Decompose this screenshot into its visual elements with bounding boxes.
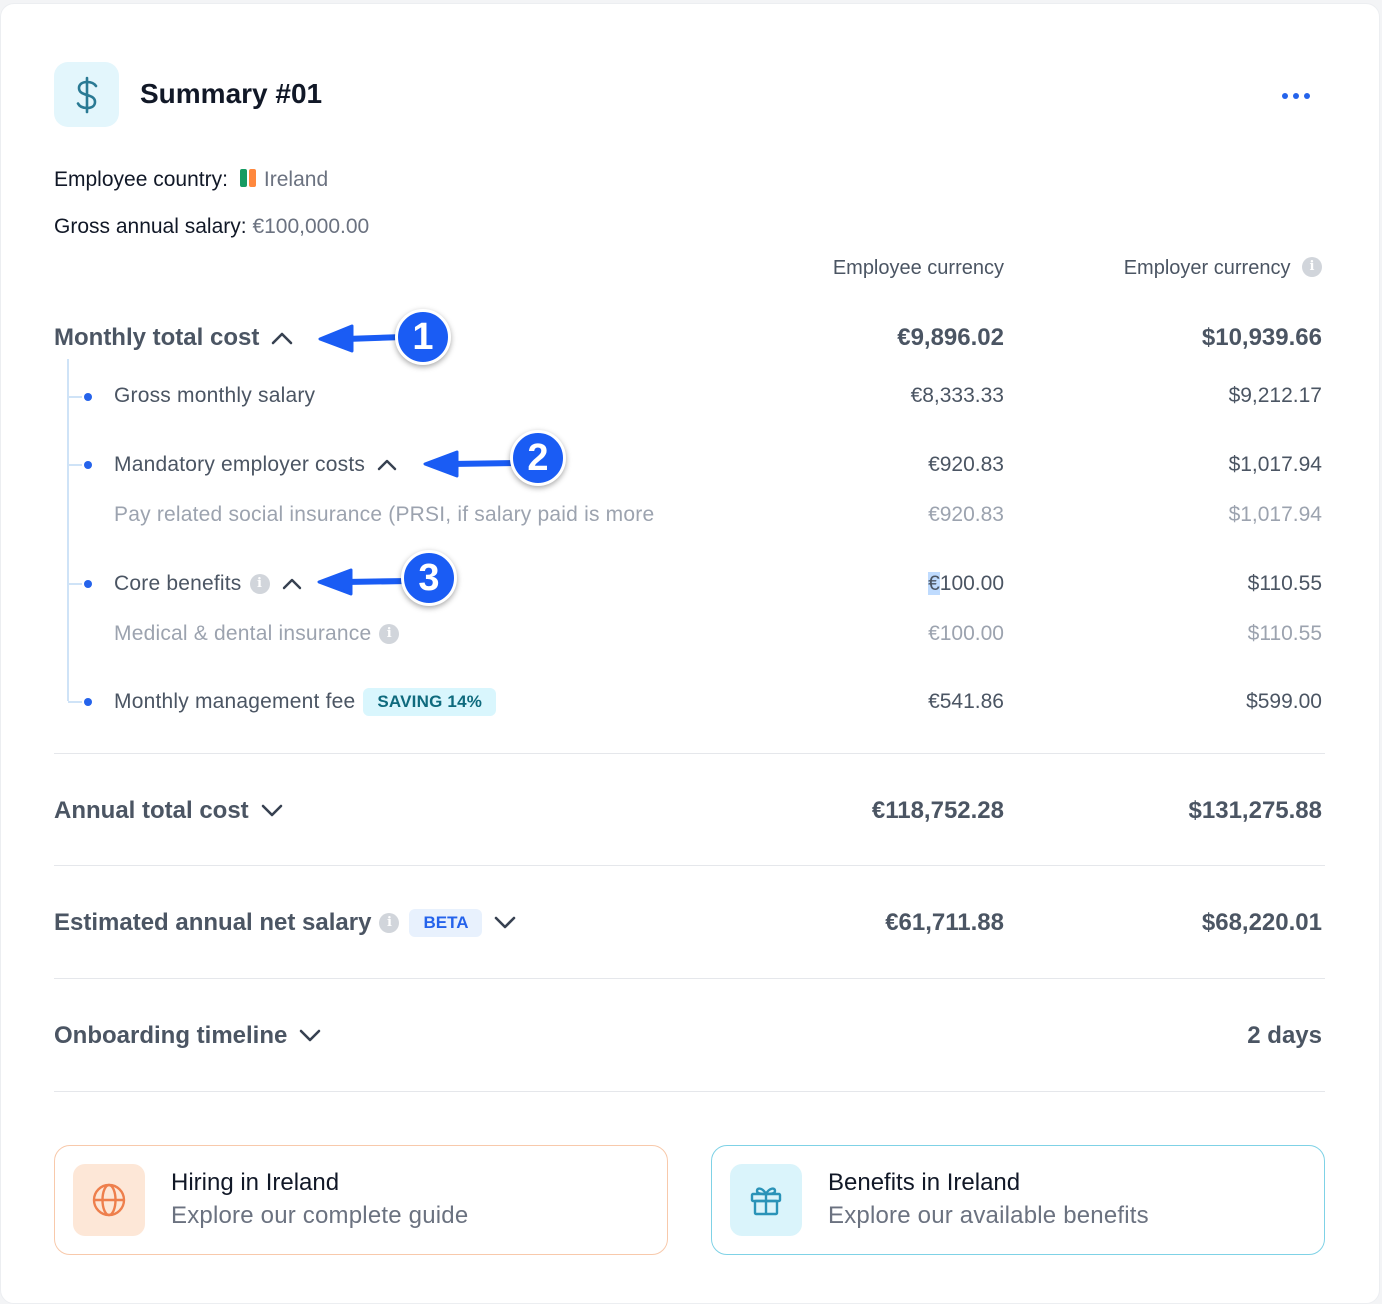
medical-dental-employee: €100.00 (928, 622, 1004, 645)
column-employee-currency: Employee currency (832, 257, 1004, 279)
info-icon[interactable]: i (379, 913, 400, 933)
bullet (84, 461, 92, 469)
employee-country: Employee country: Ireland (54, 166, 328, 194)
monthly-total-employer: $10,939.66 (1201, 324, 1322, 351)
gross-annual-salary: Gross annual salary: €100,000.00 (54, 213, 369, 241)
monthly-total-cost-toggle[interactable]: Monthly total cost (54, 323, 293, 353)
gift-icon (750, 1187, 782, 1216)
column-employer-currency: Employer currency i (1124, 255, 1322, 281)
annual-total-employee: €118,752.28 (871, 797, 1004, 824)
mandatory-costs-employee: €920.83 (928, 453, 1004, 476)
onboarding-timeline-toggle[interactable]: Onboarding timeline (54, 1021, 321, 1051)
salary-label: Gross annual salary: (54, 215, 247, 238)
globe-icon-box (73, 1164, 145, 1236)
bullet (84, 580, 92, 588)
annual-total-employer: $131,275.88 (1188, 797, 1322, 824)
chevron-down-icon[interactable] (261, 804, 283, 818)
chevron-down-icon[interactable] (494, 916, 516, 930)
hiring-guide-card[interactable]: Hiring in Ireland Explore our complete g… (54, 1145, 668, 1255)
divider (54, 753, 1325, 754)
net-salary-toggle[interactable]: Estimated annual net salary i BETA (54, 908, 516, 938)
management-fee-label: Monthly management fee SAVING 14% (114, 688, 497, 716)
annotation-marker-1: 1 (395, 309, 451, 365)
net-salary-employee: €61,711.88 (885, 909, 1004, 936)
benefits-card[interactable]: Benefits in Ireland Explore our availabl… (711, 1145, 1325, 1255)
tree-connector (67, 359, 69, 701)
prsi-label: Pay related social insurance (PRSI, if s… (114, 503, 655, 526)
monthly-total-employee: €9,896.02 (897, 324, 1004, 351)
ireland-flag-icon (239, 169, 258, 188)
core-benefits-toggle[interactable]: Core benefits i (114, 570, 302, 598)
chevron-up-icon[interactable] (271, 331, 293, 345)
medical-dental-label: Medical & dental insurance i (114, 620, 400, 648)
benefits-card-title: Benefits in Ireland (828, 1169, 1021, 1196)
gross-monthly-salary-label: Gross monthly salary (114, 384, 316, 407)
divider (54, 978, 1325, 979)
summary-card: Summary #01 Employee country: Ireland Gro… (0, 3, 1380, 1304)
gift-icon-box (730, 1164, 802, 1236)
prsi-employer: $1,017.94 (1228, 503, 1322, 526)
mandatory-employer-costs-toggle[interactable]: Mandatory employer costs (114, 451, 397, 479)
chevron-up-icon[interactable] (377, 459, 397, 471)
info-icon[interactable]: i (379, 624, 400, 644)
management-fee-employer: $599.00 (1246, 690, 1322, 713)
divider (54, 865, 1325, 866)
country-label: Employee country: (54, 168, 228, 191)
core-benefits-employer: $110.55 (1247, 572, 1322, 595)
chevron-down-icon[interactable] (299, 1029, 321, 1043)
info-icon[interactable]: i (1302, 256, 1322, 277)
gross-monthly-employee: €8,333.33 (910, 384, 1004, 407)
annual-total-cost-toggle[interactable]: Annual total cost (54, 796, 283, 826)
annotation-marker-3: 3 (401, 550, 457, 606)
arrow-left-icon (423, 450, 519, 478)
gross-monthly-employer: $9,212.17 (1228, 384, 1322, 407)
beta-badge: BETA (409, 909, 483, 937)
annotation-marker-2: 2 (510, 430, 566, 486)
mandatory-costs-employer: $1,017.94 (1228, 453, 1322, 476)
saving-badge: SAVING 14% (363, 688, 497, 716)
info-icon[interactable]: i (249, 574, 270, 594)
page-title: Summary #01 (140, 78, 323, 109)
medical-dental-employer: $110.55 (1247, 622, 1322, 645)
chevron-up-icon[interactable] (282, 578, 302, 590)
management-fee-employee: €541.86 (928, 690, 1004, 713)
more-options-button[interactable] (1275, 82, 1317, 110)
arrow-left-icon (318, 324, 406, 353)
arrow-left-icon (317, 568, 411, 596)
country-value: Ireland (263, 168, 329, 191)
divider (54, 1091, 1325, 1092)
hiring-card-subtitle: Explore our complete guide (171, 1202, 469, 1229)
hiring-card-title: Hiring in Ireland (171, 1169, 340, 1196)
onboarding-timeline-value: 2 days (1247, 1022, 1322, 1049)
salary-value: €100,000.00 (252, 215, 370, 238)
net-salary-employer: $68,220.01 (1201, 909, 1322, 936)
bullet (84, 393, 92, 401)
dollar-icon (76, 76, 97, 113)
benefits-card-subtitle: Explore our available benefits (828, 1202, 1149, 1229)
bullet (84, 698, 92, 706)
core-benefits-employee: €100.00 (928, 572, 1004, 595)
more-horizontal-icon (1282, 93, 1288, 99)
prsi-employee: €920.83 (928, 503, 1004, 526)
dollar-icon-box (54, 62, 119, 127)
globe-icon (92, 1183, 126, 1217)
